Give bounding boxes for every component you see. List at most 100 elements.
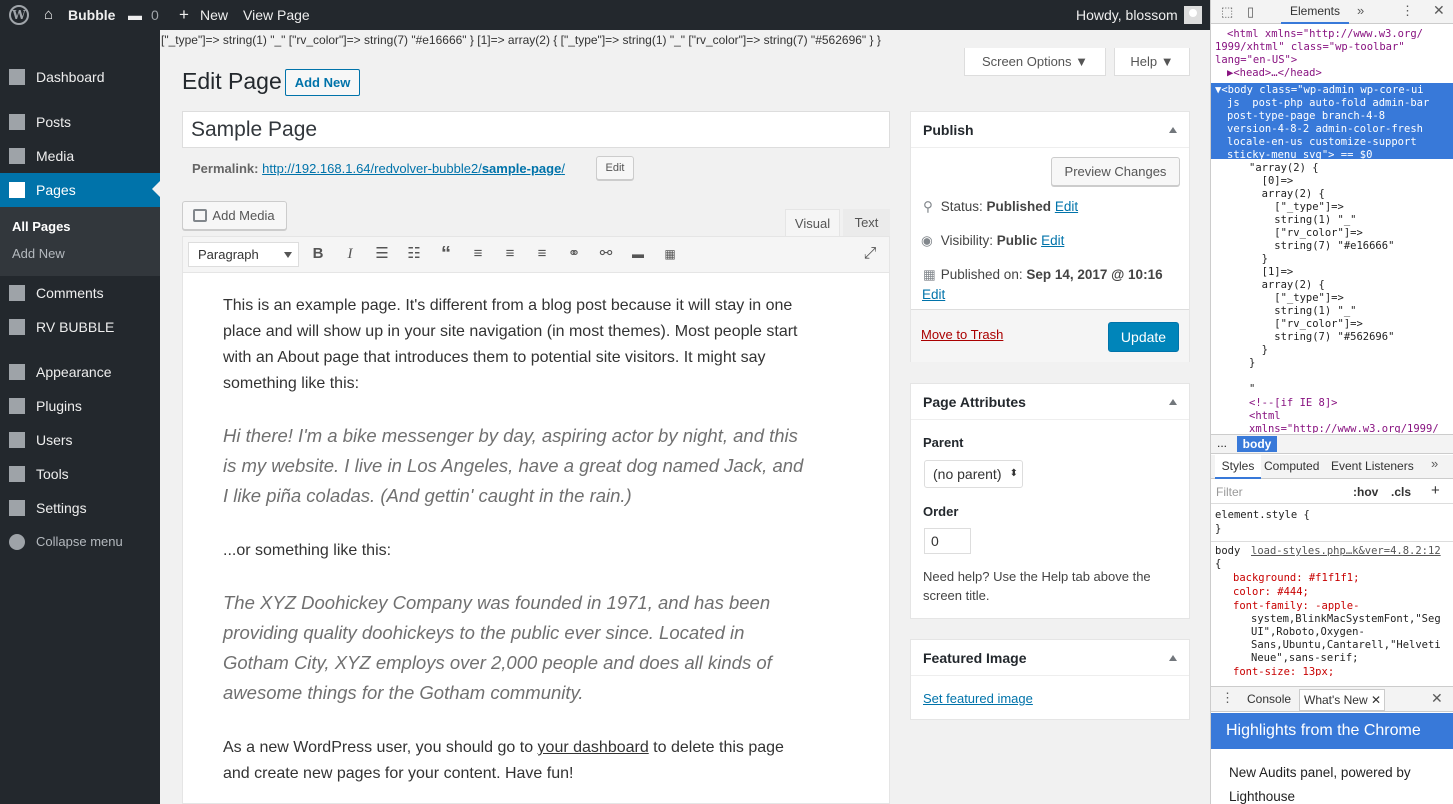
featured-image-header[interactable]: Featured Image xyxy=(911,640,1189,676)
close-icon[interactable]: ✕ xyxy=(1433,2,1445,19)
avatar[interactable] xyxy=(1184,6,1202,24)
submenu-add-new[interactable]: Add New xyxy=(12,246,65,261)
element-style-rule[interactable]: element.style { xyxy=(1215,509,1310,522)
howdy-user[interactable]: Howdy, blossom xyxy=(1076,0,1178,30)
sidebar-item-tools[interactable]: Tools xyxy=(0,457,160,491)
styles-filter-input[interactable]: Filter xyxy=(1216,485,1243,499)
inspect-icon[interactable]: ⬚ xyxy=(1221,4,1233,20)
update-button[interactable]: Update xyxy=(1108,322,1179,352)
sidebar-item-rv-bubble[interactable]: RV BUBBLE xyxy=(0,310,160,344)
collapse-arrow-icon[interactable] xyxy=(1169,399,1177,405)
sidebar-item-appearance[interactable]: Appearance xyxy=(0,355,160,389)
read-more-icon[interactable]: ▬ xyxy=(630,246,646,262)
align-left-icon[interactable]: ≡ xyxy=(470,246,486,262)
close-icon[interactable]: ✕ xyxy=(1371,693,1381,707)
toolbar-toggle-icon[interactable]: ▦ xyxy=(662,246,678,262)
menu-dots-icon[interactable]: ⋮ xyxy=(1221,690,1234,706)
tab-styles[interactable]: Styles xyxy=(1215,455,1261,479)
format-select[interactable]: Paragraph xyxy=(188,242,299,267)
tab-console[interactable]: Console xyxy=(1247,692,1291,706)
sidebar-item-users[interactable]: Users xyxy=(0,423,160,457)
breadcrumb-overflow[interactable]: ... xyxy=(1217,436,1227,450)
fullscreen-icon[interactable]: ⤢ xyxy=(862,246,878,262)
align-center-icon[interactable]: ≡ xyxy=(502,246,518,262)
caret-down-icon: ▼ xyxy=(1075,54,1089,69)
whats-new-item[interactable]: Lighthouse xyxy=(1229,789,1295,804)
sidebar-item-plugins[interactable]: Plugins xyxy=(0,389,160,423)
add-new-page-button[interactable]: Add New xyxy=(285,69,360,96)
preview-changes-button[interactable]: Preview Changes xyxy=(1051,157,1180,186)
dom-line[interactable]: <html xmlns="http://www.w3.org/ xyxy=(1227,28,1423,41)
css-source-link[interactable]: load-styles.php…k&ver=4.8.2:12 xyxy=(1251,545,1441,558)
css-property[interactable]: background: #f1f1f1; xyxy=(1233,572,1359,585)
breadcrumb-body[interactable]: body xyxy=(1237,436,1277,452)
view-page-link[interactable]: View Page xyxy=(243,0,310,30)
visibility-edit-link[interactable]: Edit xyxy=(1041,233,1064,248)
add-rule-icon[interactable]: + xyxy=(1431,482,1440,499)
css-property[interactable]: font-family: -apple- xyxy=(1233,600,1359,613)
publish-box-header[interactable]: Publish xyxy=(911,112,1189,148)
bullet-list-icon[interactable]: ☰ xyxy=(374,246,390,262)
dashboard-link[interactable]: your dashboard xyxy=(538,739,649,756)
css-property[interactable]: font-size: 13px; xyxy=(1233,666,1334,676)
sidebar-item-pages[interactable]: Pages xyxy=(0,173,160,207)
more-tabs-icon[interactable]: » xyxy=(1431,456,1438,471)
device-toggle-icon[interactable]: ▯ xyxy=(1247,4,1254,20)
whats-new-item[interactable]: New Audits panel, powered by xyxy=(1229,765,1411,780)
content-blockquote: Hi there! I'm a bike messenger by day, a… xyxy=(223,425,804,506)
set-featured-image-link[interactable]: Set featured image xyxy=(923,691,1033,706)
collapse-menu-button[interactable]: Collapse menu xyxy=(0,525,160,559)
status-edit-link[interactable]: Edit xyxy=(1055,199,1078,214)
page-attributes-header[interactable]: Page Attributes xyxy=(911,384,1189,420)
published-on-edit-link[interactable]: Edit xyxy=(922,287,945,302)
dom-line[interactable]: ▶<head>…</head> xyxy=(1227,67,1322,80)
link-icon[interactable]: ⚭ xyxy=(566,246,582,262)
add-media-button[interactable]: Add Media xyxy=(182,201,287,230)
permalink-edit-button[interactable]: Edit xyxy=(596,156,634,180)
tab-whats-new[interactable]: What's New ✕ xyxy=(1299,689,1385,711)
parent-select[interactable]: (no parent) ⬍ xyxy=(924,460,1023,488)
order-input[interactable]: 0 xyxy=(924,528,971,554)
title-input[interactable]: Sample Page xyxy=(182,111,890,148)
tab-visual[interactable]: Visual xyxy=(785,209,840,236)
sidebar-item-comments[interactable]: Comments xyxy=(0,276,160,310)
collapse-arrow-icon[interactable] xyxy=(1169,655,1177,661)
tab-event-listeners[interactable]: Event Listeners xyxy=(1331,455,1414,477)
site-name-link[interactable]: Bubble xyxy=(68,0,115,30)
tab-elements[interactable]: Elements xyxy=(1281,0,1349,24)
screen-options-button[interactable]: Screen Options ▼ xyxy=(964,48,1106,76)
css-property[interactable]: color: #444; xyxy=(1233,586,1309,599)
collapse-arrow-icon[interactable] xyxy=(1169,127,1177,133)
new-content-link[interactable]: New xyxy=(200,0,228,30)
blockquote-icon[interactable]: “ xyxy=(438,244,454,264)
menu-dots-icon[interactable]: ⋮ xyxy=(1401,3,1414,19)
comments-count[interactable]: 0 xyxy=(151,0,159,30)
dom-line[interactable]: lang="en-US"> xyxy=(1215,54,1297,67)
permalink-link[interactable]: http://192.168.1.64/redvolver-bubble2/sa… xyxy=(262,161,565,176)
more-tabs-icon[interactable]: » xyxy=(1357,3,1364,18)
hover-toggle[interactable]: :hov xyxy=(1353,485,1378,499)
bold-icon[interactable]: B xyxy=(310,246,326,262)
sidebar-item-posts[interactable]: Posts xyxy=(0,105,160,139)
help-button[interactable]: Help ▼ xyxy=(1114,48,1190,76)
tab-computed[interactable]: Computed xyxy=(1264,455,1319,477)
sidebar-item-media[interactable]: Media xyxy=(0,139,160,173)
italic-icon[interactable]: I xyxy=(342,246,358,262)
media-icon xyxy=(9,148,25,164)
tab-text[interactable]: Text xyxy=(843,209,890,236)
numbered-list-icon[interactable]: ☷ xyxy=(406,246,422,262)
unlink-icon[interactable]: ⚯ xyxy=(598,246,614,262)
page-attributes-help: Need help? Use the Help tab above the sc… xyxy=(923,569,1151,603)
submenu-all-pages[interactable]: All Pages xyxy=(12,219,71,234)
comment-icon[interactable]: ▬ xyxy=(128,0,142,30)
sidebar-item-dashboard[interactable]: Dashboard xyxy=(0,60,160,94)
wordpress-logo-icon[interactable]: W xyxy=(9,5,29,25)
dom-line[interactable]: 1999/xhtml" class="wp-toolbar" xyxy=(1215,41,1405,54)
sidebar-item-settings[interactable]: Settings xyxy=(0,491,160,525)
close-drawer-icon[interactable]: ✕ xyxy=(1431,690,1443,707)
css-selector[interactable]: body xyxy=(1215,545,1240,558)
class-toggle[interactable]: .cls xyxy=(1391,485,1411,499)
move-to-trash-link[interactable]: Move to Trash xyxy=(921,327,1003,342)
selected-dom-node[interactable]: ▼<body class="wp-admin wp-core-ui js pos… xyxy=(1211,83,1453,159)
align-right-icon[interactable]: ≡ xyxy=(534,246,550,262)
